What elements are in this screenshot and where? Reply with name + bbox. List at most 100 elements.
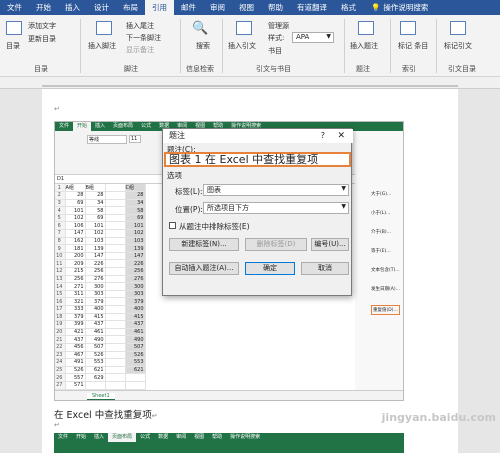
table-cell: 415 [85, 313, 106, 322]
toc-button[interactable]: 目录 [6, 41, 20, 51]
tab-help[interactable]: 帮助 [261, 0, 290, 15]
tab-layout[interactable]: 布局 [116, 0, 145, 15]
word-ribbon: 目录 添加文字 更新目录 目录 插入脚注 插入尾注 下一条脚注 显示备注 脚注 … [0, 15, 500, 77]
table-cell [105, 237, 126, 246]
table-cell: 400 [125, 305, 146, 314]
table-row: 9 181 139 139 [55, 244, 146, 253]
insert-citation-button[interactable]: 插入引文 [228, 41, 256, 51]
table-cell: 491 [65, 358, 86, 367]
table-row: 4 101 58 58 [55, 206, 146, 215]
exclude-label-checkbox[interactable] [169, 222, 176, 229]
table-cell: 490 [125, 335, 146, 344]
position-select[interactable]: 所选项目下方 ▼ [203, 202, 349, 214]
help-button[interactable]: ? [321, 129, 325, 143]
tab-review[interactable]: 审阅 [203, 0, 232, 15]
tab-insert[interactable]: 插入 [58, 0, 87, 15]
horizontal-ruler[interactable] [0, 77, 500, 89]
tab-file[interactable]: 文件 [0, 0, 29, 15]
table-row: 26 557 629 [55, 373, 146, 382]
document-caption-text[interactable]: 在 Excel 中查找重复项↵ [54, 407, 158, 421]
table-cell: 276 [85, 275, 106, 284]
next-footnote-button[interactable]: 下一条脚注 [126, 33, 161, 43]
row-number: 22 [55, 343, 66, 352]
excel-tab: 数据 [158, 434, 169, 440]
table-cell: 101 [65, 206, 86, 215]
row-number: 25 [55, 366, 66, 375]
close-icon[interactable]: ✕ [337, 129, 345, 143]
manage-sources-button[interactable]: 管理源 [268, 21, 289, 31]
ok-button[interactable]: 确定 [245, 262, 295, 275]
add-text-button[interactable]: 添加文字 [28, 21, 56, 31]
tab-design[interactable]: 设计 [87, 0, 116, 15]
label-select[interactable]: 图表 ▼ [203, 184, 349, 196]
table-cell [105, 335, 126, 344]
table-cell: 103 [85, 237, 106, 246]
tab-home[interactable]: 开始 [29, 0, 58, 15]
tab-format[interactable]: 格式 [334, 0, 363, 15]
caption-input[interactable]: 图表 1 在 Excel 中查找重复项 [164, 152, 351, 167]
table-cell: 507 [125, 343, 146, 352]
bibliography-button[interactable]: 书目 [268, 46, 282, 56]
tell-me-search[interactable]: 💡 操作说明搜索 [371, 2, 428, 13]
excel-tab: 帮助 [212, 434, 223, 440]
row-number: 10 [55, 252, 66, 261]
table-row: 3 69 34 34 [55, 199, 146, 208]
tab-references[interactable]: 引用 [145, 0, 174, 15]
table-cell: 311 [65, 290, 86, 299]
excel-tab: 审阅 [176, 434, 187, 440]
group-label-footnotes: 脚注 [124, 65, 138, 73]
tab-youdao[interactable]: 有道翻译 [290, 0, 334, 15]
excel-tab: 页面布局 [108, 433, 137, 442]
numbering-button[interactable]: 编号(U)... [311, 238, 349, 251]
insert-caption-button[interactable]: 插入题注 [350, 41, 378, 51]
label-field-label: 标签(L): [175, 187, 203, 196]
table-cell [105, 206, 126, 215]
table-row: 16 321 379 379 [55, 297, 146, 306]
show-notes-button[interactable]: 显示备注 [126, 45, 154, 55]
excel-tab: 开始 [73, 122, 92, 131]
table-cell: 303 [85, 290, 106, 299]
search-button[interactable]: 搜索 [196, 41, 210, 51]
row-number: 15 [55, 290, 66, 299]
delete-label-button[interactable]: 删除标签(D) [245, 238, 307, 251]
table-cell: 256 [125, 267, 146, 276]
cancel-button[interactable]: 取消 [301, 262, 349, 275]
cf-menu-item: 介于(B)... [371, 230, 391, 235]
table-cell: 526 [125, 351, 146, 360]
table-cell: 106 [65, 221, 86, 231]
autocaption-button[interactable]: 自动插入题注(A)... [169, 262, 239, 275]
table-cell [105, 343, 126, 352]
table-cell: 226 [125, 259, 146, 269]
options-label: 选项 [167, 171, 182, 180]
new-label-button[interactable]: 新建标签(N)... [169, 238, 239, 251]
table-cell: 215 [65, 267, 86, 276]
table-row: 10 200 147 147 [55, 252, 146, 261]
insert-footnote-button[interactable]: 插入脚注 [88, 41, 116, 51]
separator [80, 19, 81, 73]
table-row: 27 571 [55, 381, 146, 390]
table-row: 19 399 437 437 [55, 320, 146, 329]
table-row: 24 491 553 553 [55, 358, 146, 367]
row-number: 17 [55, 305, 66, 314]
chevron-down-icon: ▼ [341, 203, 346, 210]
table-cell: 300 [85, 282, 106, 291]
excel-tab: 文件 [58, 434, 69, 440]
tab-mailings[interactable]: 邮件 [174, 0, 203, 15]
mark-citation-button[interactable]: 标记引文 [444, 41, 472, 51]
excel-tab: 页面布局 [113, 123, 134, 129]
mark-entry-button[interactable]: 标记 条目 [398, 41, 428, 51]
table-cell: 181 [65, 244, 86, 253]
style-select[interactable]: APA ▼ [292, 32, 334, 43]
table-cell [105, 252, 126, 261]
table-cell [105, 328, 126, 337]
separator [436, 19, 437, 73]
table-cell [105, 351, 126, 360]
cf-menu-item: 大于(G)... [371, 192, 392, 197]
cf-menu-item: 小于(L)... [371, 211, 391, 216]
update-toc-button[interactable]: 更新目录 [28, 34, 56, 44]
excel-screenshot-image-2: 文件 开始 插入 页面布局 公式 数据 审阅 视图 帮助 操作说明搜索 [54, 433, 404, 453]
word-tab-bar: 文件 开始 插入 设计 布局 引用 邮件 审阅 视图 帮助 有道翻译 格式 💡 … [0, 0, 500, 15]
tab-view[interactable]: 视图 [232, 0, 261, 15]
insert-endnote-button[interactable]: 插入尾注 [126, 21, 154, 31]
table-cell: 379 [65, 313, 86, 322]
